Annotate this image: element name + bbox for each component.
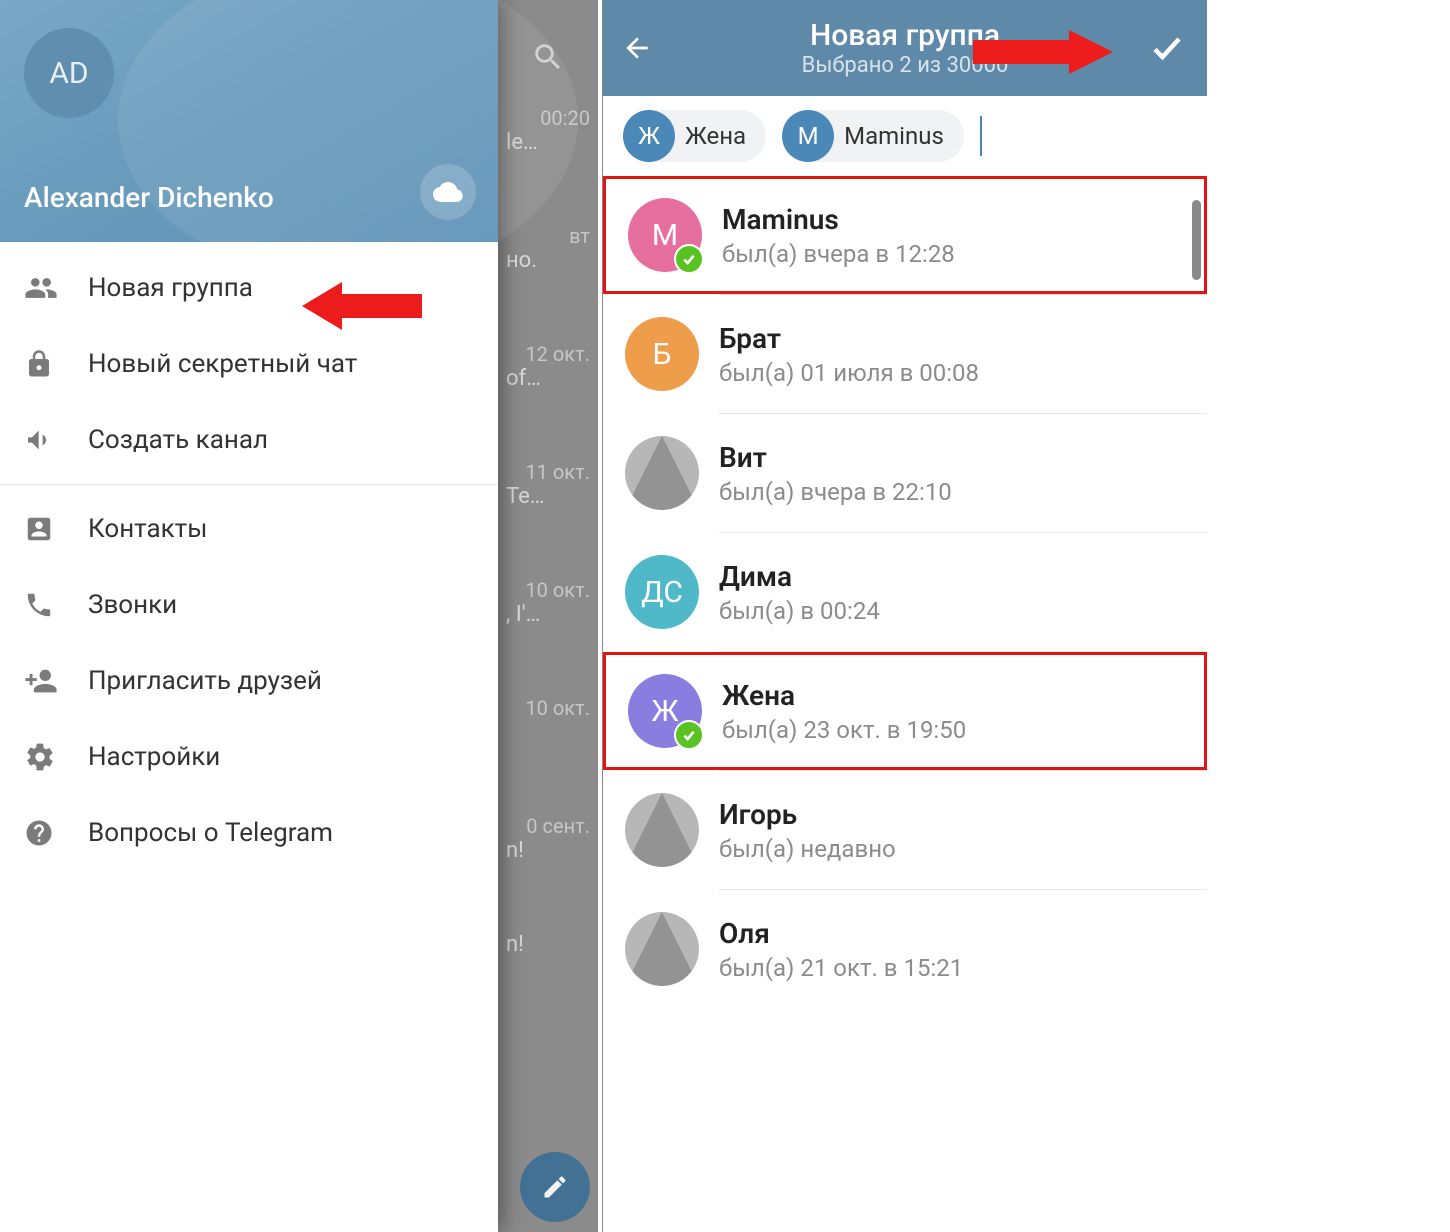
chip-label: Maminus: [844, 122, 944, 150]
contact-status: был(а) 01 июля в 00:08: [719, 359, 979, 387]
lock-icon: [24, 349, 88, 379]
chat-snippet: 11 окт.Te…: [498, 454, 598, 572]
phone-right: Новая группа Выбрано 2 из 30000 Ж Жена M Ma…: [602, 0, 1207, 1232]
compose-fab[interactable]: [520, 1152, 590, 1222]
contact-row[interactable]: Вит был(а) вчера в 22:10: [603, 414, 1207, 532]
navigation-drawer: AD Alexander Dichenko Новая группа Новый …: [0, 0, 498, 1232]
chip-avatar: M: [782, 110, 834, 162]
contacts-icon: [24, 514, 88, 544]
menu-item-call[interactable]: Звонки: [0, 567, 498, 643]
chat-snippet-text: , I'…: [506, 602, 590, 627]
contact-row[interactable]: Игорь был(а) недавно: [603, 771, 1207, 889]
phone-left: 00:20le…втно.12 окт.of…11 окт.Te…10 окт.…: [0, 0, 598, 1232]
contact-name: Дима: [719, 560, 880, 593]
chat-snippet-text: of…: [506, 366, 590, 391]
chat-snippet-time: 12 окт.: [506, 342, 590, 366]
contact-status: был(а) 21 окт. в 15:21: [719, 954, 963, 982]
header-title: Новая группа: [810, 18, 1000, 53]
channel-icon: [24, 424, 88, 456]
contact-row[interactable]: Б Брат был(а) 01 июля в 00:08: [603, 295, 1207, 413]
contact-avatar: Б: [625, 317, 699, 391]
contact-status: был(а) в 00:24: [719, 597, 880, 625]
chat-snippet-time: 11 окт.: [506, 460, 590, 484]
drawer-menu: Новая группа Новый секретный чат Создать к…: [0, 242, 498, 1232]
chat-snippet: втно.: [498, 218, 598, 336]
selected-chips-row: Ж Жена M Maminus: [603, 96, 1207, 176]
chat-snippet: n!: [498, 926, 598, 1044]
contact-row[interactable]: MMaminusбыл(а) вчера в 12:28: [603, 176, 1207, 294]
contact-row[interactable]: ДС Дима был(а) в 00:24: [603, 533, 1207, 651]
contact-status: был(а) вчера в 12:28: [722, 240, 955, 268]
chat-snippet-text: n!: [506, 932, 590, 957]
menu-item-label: Создать канал: [88, 425, 268, 455]
contact-name: Игорь: [719, 798, 896, 831]
chat-snippet-text: но.: [506, 248, 590, 273]
contact-name: Брат: [719, 322, 979, 355]
menu-item-help[interactable]: Вопросы о Telegram: [0, 795, 498, 871]
selected-check-icon: [674, 244, 704, 274]
contact-status: был(а) 23 окт. в 19:50: [722, 716, 966, 744]
back-button[interactable]: [621, 32, 665, 64]
profile-avatar[interactable]: AD: [24, 28, 114, 118]
selected-check-icon: [674, 720, 704, 750]
chat-snippet: 12 окт.of…: [498, 336, 598, 454]
contact-avatar: [625, 912, 699, 986]
contact-row[interactable]: Оля был(а) 21 окт. в 15:21: [603, 890, 1207, 1008]
menu-item-label: Настройки: [88, 742, 220, 772]
chat-snippet-time: 0 сент.: [506, 814, 590, 838]
profile-name: Alexander Dichenko: [24, 181, 274, 214]
selected-chip[interactable]: M Maminus: [782, 110, 964, 162]
saved-messages-button[interactable]: [420, 164, 476, 220]
contact-status: был(а) недавно: [719, 835, 896, 863]
chat-snippet-time: 10 окт.: [506, 578, 590, 602]
contact-avatar: [625, 793, 699, 867]
header-subtitle: Выбрано 2 из 30000: [802, 53, 1009, 78]
chip-label: Жена: [685, 122, 746, 150]
chat-snippet-time: вт: [506, 224, 590, 248]
avatar-initials: AD: [49, 56, 88, 91]
contact-status: был(а) вчера в 22:10: [719, 478, 952, 506]
menu-item-label: Новая группа: [88, 273, 253, 303]
menu-divider: [0, 484, 498, 485]
contact-name: Вит: [719, 441, 952, 474]
menu-item-channel[interactable]: Создать канал: [0, 402, 498, 478]
chip-input-cursor[interactable]: [980, 116, 982, 156]
call-icon: [24, 590, 88, 620]
contact-avatar: ДС: [625, 555, 699, 629]
contact-name: Жена: [722, 679, 966, 712]
menu-item-invite[interactable]: Пригласить друзей: [0, 643, 498, 719]
menu-item-settings[interactable]: Настройки: [0, 719, 498, 795]
confirm-button[interactable]: [1145, 30, 1189, 66]
help-icon: [24, 818, 88, 848]
contact-name: Maminus: [722, 203, 955, 236]
chat-snippet: 10 окт.: [498, 690, 598, 808]
chat-snippet-text: n!: [506, 838, 590, 863]
group-icon: [24, 271, 88, 305]
settings-icon: [24, 741, 88, 773]
menu-item-label: Вопросы о Telegram: [88, 818, 333, 848]
drawer-header: AD Alexander Dichenko: [0, 0, 498, 242]
menu-item-lock[interactable]: Новый секретный чат: [0, 326, 498, 402]
menu-item-label: Звонки: [88, 590, 177, 620]
selected-chip[interactable]: Ж Жена: [623, 110, 766, 162]
chip-avatar: Ж: [623, 110, 675, 162]
chat-snippet-time: 10 окт.: [506, 696, 590, 720]
contact-name: Оля: [719, 917, 963, 950]
scrollbar[interactable]: [1192, 200, 1201, 280]
menu-item-label: Пригласить друзей: [88, 666, 322, 696]
chat-snippet: 10 окт., I'…: [498, 572, 598, 690]
new-group-header: Новая группа Выбрано 2 из 30000: [603, 0, 1207, 96]
chat-snippet-text: Te…: [506, 484, 590, 509]
contact-row[interactable]: ЖЖенабыл(а) 23 окт. в 19:50: [603, 652, 1207, 770]
menu-item-label: Контакты: [88, 514, 207, 544]
chat-snippet: 0 сент.n!: [498, 808, 598, 926]
invite-icon: [24, 664, 88, 698]
contact-avatar: [625, 436, 699, 510]
contacts-list: MMaminusбыл(а) вчера в 12:28ББратбыл(а) …: [603, 176, 1207, 1008]
menu-item-contacts[interactable]: Контакты: [0, 491, 498, 567]
menu-item-label: Новый секретный чат: [88, 349, 357, 379]
